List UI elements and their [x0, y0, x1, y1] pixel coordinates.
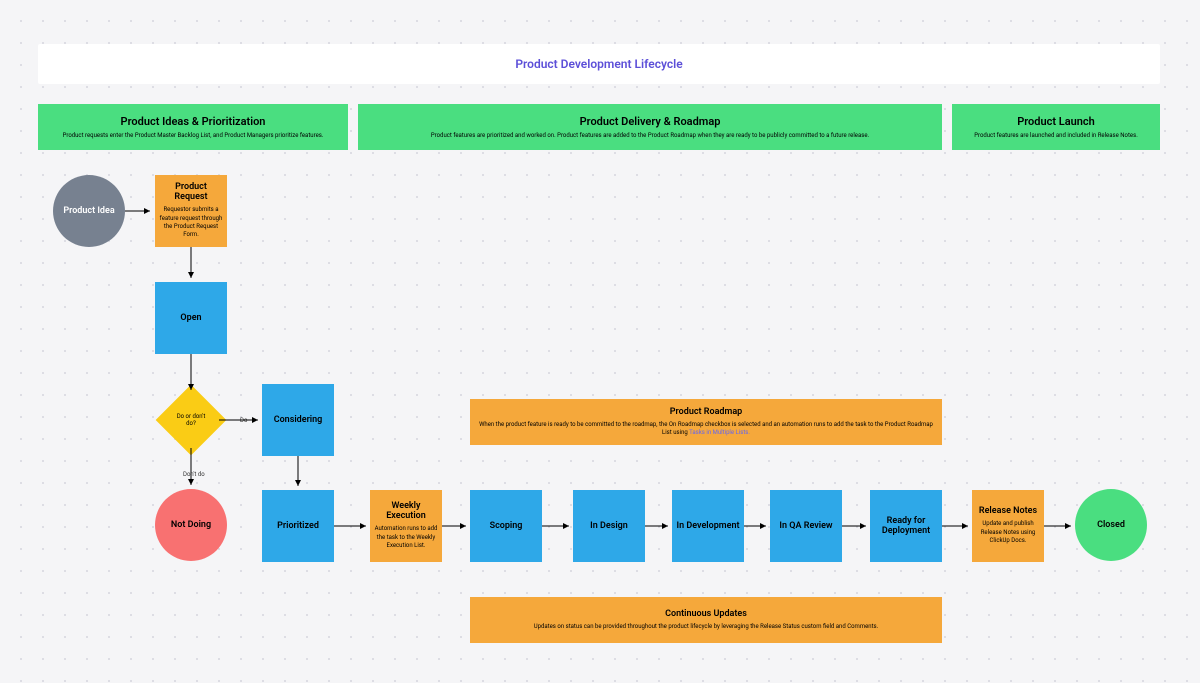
node-open[interactable]: Open	[155, 282, 227, 354]
node-product-roadmap[interactable]: Product Roadmap When the product feature…	[470, 399, 942, 445]
diagram-title: Product Development Lifecycle	[515, 57, 682, 71]
roadmap-link[interactable]: Tasks in Multiple Lists.	[689, 429, 750, 436]
node-closed-label: Closed	[1097, 520, 1125, 530]
node-decision[interactable]: Do or don't do?	[166, 395, 216, 445]
section-delivery-sub: Product features are prioritized and wor…	[431, 132, 869, 139]
node-weekly-title: Weekly Execution	[374, 501, 438, 521]
node-not-doing-label: Not Doing	[171, 520, 211, 530]
node-in-development-label: In Development	[677, 521, 740, 531]
node-in-development[interactable]: In Development	[672, 490, 744, 562]
node-product-idea-label: Product Idea	[63, 206, 114, 216]
section-delivery: Product Delivery & Roadmap Product featu…	[358, 104, 942, 150]
node-decision-label: Do or don't do?	[166, 395, 216, 445]
node-cont-title: Continuous Updates	[665, 609, 747, 619]
node-roadmap-sub: When the product feature is ready to be …	[474, 421, 938, 438]
section-launch-title: Product Launch	[1017, 115, 1095, 128]
node-considering-label: Considering	[274, 415, 323, 425]
node-ready[interactable]: Ready for Deployment	[870, 490, 942, 562]
node-product-request-title: Product Request	[159, 182, 223, 202]
section-ideas-title: Product Ideas & Prioritization	[121, 115, 266, 128]
node-weekly-execution[interactable]: Weekly Execution Automation runs to add …	[370, 490, 442, 562]
node-not-doing[interactable]: Not Doing	[155, 489, 227, 561]
section-ideas-sub: Product requests enter the Product Maste…	[63, 132, 324, 139]
section-delivery-title: Product Delivery & Roadmap	[580, 115, 721, 128]
node-weekly-sub: Automation runs to add the task to the W…	[374, 525, 438, 550]
edge-label-dont: Don't do	[183, 471, 205, 478]
diagram-title-bar: Product Development Lifecycle	[38, 44, 1160, 84]
node-ready-label: Ready for Deployment	[874, 516, 938, 536]
node-scoping-label: Scoping	[490, 521, 523, 531]
node-notes-title: Release Notes	[979, 506, 1037, 516]
node-product-request-sub: Requestor submits a feature request thro…	[159, 206, 223, 240]
node-product-request[interactable]: Product Request Requestor submits a feat…	[155, 175, 227, 247]
node-product-idea[interactable]: Product Idea	[53, 175, 125, 247]
edge-label-do: Do	[240, 417, 247, 424]
node-prioritized[interactable]: Prioritized	[262, 490, 334, 562]
node-cont-sub: Updates on status can be provided throug…	[534, 623, 878, 631]
node-closed[interactable]: Closed	[1075, 489, 1147, 561]
node-in-qa[interactable]: In QA Review	[770, 490, 842, 562]
node-in-qa-label: In QA Review	[779, 521, 832, 531]
node-continuous-updates[interactable]: Continuous Updates Updates on status can…	[470, 597, 942, 643]
node-roadmap-title: Product Roadmap	[670, 407, 742, 417]
node-release-notes[interactable]: Release Notes Update and publish Release…	[972, 490, 1044, 562]
node-in-design[interactable]: In Design	[573, 490, 645, 562]
node-considering[interactable]: Considering	[262, 384, 334, 456]
node-in-design-label: In Design	[590, 521, 628, 531]
diagram-canvas[interactable]: Product Development Lifecycle Product Id…	[0, 0, 1200, 683]
node-open-label: Open	[180, 313, 201, 323]
node-scoping[interactable]: Scoping	[470, 490, 542, 562]
section-launch-sub: Product features are launched and includ…	[974, 132, 1138, 139]
section-ideas: Product Ideas & Prioritization Product r…	[38, 104, 348, 150]
section-launch: Product Launch Product features are laun…	[952, 104, 1160, 150]
node-prioritized-label: Prioritized	[277, 521, 319, 531]
node-notes-sub: Update and publish Release Notes using C…	[976, 520, 1040, 545]
